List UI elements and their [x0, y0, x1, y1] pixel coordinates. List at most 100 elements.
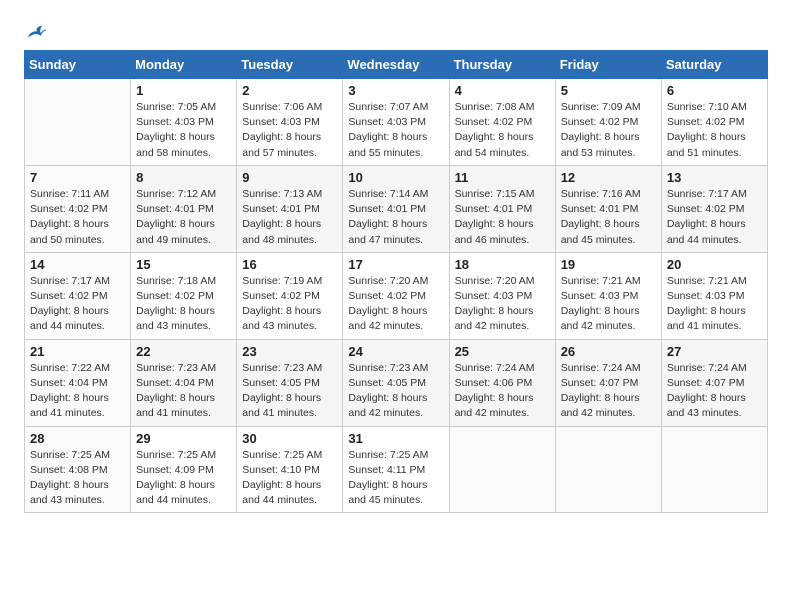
- calendar-cell: 29Sunrise: 7:25 AMSunset: 4:09 PMDayligh…: [131, 426, 237, 513]
- day-info: Sunrise: 7:17 AMSunset: 4:02 PMDaylight:…: [667, 187, 762, 248]
- day-info: Sunrise: 7:10 AMSunset: 4:02 PMDaylight:…: [667, 100, 762, 161]
- day-info: Sunrise: 7:13 AMSunset: 4:01 PMDaylight:…: [242, 187, 337, 248]
- calendar-week-row: 1Sunrise: 7:05 AMSunset: 4:03 PMDaylight…: [25, 79, 768, 166]
- day-number: 8: [136, 170, 231, 185]
- calendar-cell: 27 Sunrise: 7:24 AMSunset: 4:07 PMDayligh…: [661, 339, 767, 426]
- day-info: Sunrise: 7:20 AMSunset: 4:03 PMDaylight:…: [455, 274, 550, 335]
- day-number: 18: [455, 257, 550, 272]
- day-number: 26: [561, 344, 656, 359]
- calendar-cell: [449, 426, 555, 513]
- day-number: 16: [242, 257, 337, 272]
- calendar-cell: 13 Sunrise: 7:17 AMSunset: 4:02 PMDayligh…: [661, 165, 767, 252]
- column-header-wednesday: Wednesday: [343, 51, 449, 79]
- calendar-cell: 8 Sunrise: 7:12 AMSunset: 4:01 PMDaylight…: [131, 165, 237, 252]
- logo: [24, 24, 48, 42]
- calendar-week-row: 28Sunrise: 7:25 AMSunset: 4:08 PMDayligh…: [25, 426, 768, 513]
- calendar-cell: 14Sunrise: 7:17 AMSunset: 4:02 PMDayligh…: [25, 252, 131, 339]
- calendar-cell: 21 Sunrise: 7:22 AMSunset: 4:04 PMDayligh…: [25, 339, 131, 426]
- day-number: 17: [348, 257, 443, 272]
- day-number: 4: [455, 83, 550, 98]
- calendar-cell: 5Sunrise: 7:09 AMSunset: 4:02 PMDaylight…: [555, 79, 661, 166]
- day-number: 11: [455, 170, 550, 185]
- day-number: 31: [348, 431, 443, 446]
- day-number: 27: [667, 344, 762, 359]
- calendar-cell: 2 Sunrise: 7:06 AMSunset: 4:03 PMDaylight…: [237, 79, 343, 166]
- day-number: 30: [242, 431, 337, 446]
- day-info: Sunrise: 7:06 AMSunset: 4:03 PMDaylight:…: [242, 100, 337, 161]
- day-number: 3: [348, 83, 443, 98]
- page-header: [24, 20, 768, 42]
- calendar-cell: 9 Sunrise: 7:13 AMSunset: 4:01 PMDaylight…: [237, 165, 343, 252]
- day-number: 7: [30, 170, 125, 185]
- calendar-cell: 20 Sunrise: 7:21 AMSunset: 4:03 PMDayligh…: [661, 252, 767, 339]
- day-number: 13: [667, 170, 762, 185]
- day-number: 9: [242, 170, 337, 185]
- day-number: 5: [561, 83, 656, 98]
- calendar-cell: 28Sunrise: 7:25 AMSunset: 4:08 PMDayligh…: [25, 426, 131, 513]
- day-info: Sunrise: 7:23 AMSunset: 4:05 PMDaylight:…: [242, 361, 337, 422]
- day-number: 2: [242, 83, 337, 98]
- day-info: Sunrise: 7:20 AMSunset: 4:02 PMDaylight:…: [348, 274, 443, 335]
- day-info: Sunrise: 7:23 AMSunset: 4:05 PMDaylight:…: [348, 361, 443, 422]
- day-number: 19: [561, 257, 656, 272]
- calendar-cell: 16 Sunrise: 7:19 AMSunset: 4:02 PMDayligh…: [237, 252, 343, 339]
- calendar-cell: [25, 79, 131, 166]
- calendar-cell: [555, 426, 661, 513]
- column-header-tuesday: Tuesday: [237, 51, 343, 79]
- calendar-cell: 31Sunrise: 7:25 AMSunset: 4:11 PMDayligh…: [343, 426, 449, 513]
- calendar-header-row: SundayMondayTuesdayWednesdayThursdayFrid…: [25, 51, 768, 79]
- day-number: 1: [136, 83, 231, 98]
- calendar-cell: 6Sunrise: 7:10 AMSunset: 4:02 PMDaylight…: [661, 79, 767, 166]
- calendar-cell: 22 Sunrise: 7:23 AMSunset: 4:04 PMDayligh…: [131, 339, 237, 426]
- day-info: Sunrise: 7:08 AMSunset: 4:02 PMDaylight:…: [455, 100, 550, 161]
- calendar-cell: 17 Sunrise: 7:20 AMSunset: 4:02 PMDayligh…: [343, 252, 449, 339]
- calendar-week-row: 7 Sunrise: 7:11 AMSunset: 4:02 PMDaylight…: [25, 165, 768, 252]
- calendar-cell: 10Sunrise: 7:14 AMSunset: 4:01 PMDayligh…: [343, 165, 449, 252]
- logo-bird-icon: [26, 24, 48, 42]
- day-info: Sunrise: 7:21 AMSunset: 4:03 PMDaylight:…: [561, 274, 656, 335]
- day-info: Sunrise: 7:11 AMSunset: 4:02 PMDaylight:…: [30, 187, 125, 248]
- day-info: Sunrise: 7:23 AMSunset: 4:04 PMDaylight:…: [136, 361, 231, 422]
- day-info: Sunrise: 7:25 AMSunset: 4:10 PMDaylight:…: [242, 448, 337, 509]
- day-number: 21: [30, 344, 125, 359]
- day-info: Sunrise: 7:15 AMSunset: 4:01 PMDaylight:…: [455, 187, 550, 248]
- day-info: Sunrise: 7:24 AMSunset: 4:07 PMDaylight:…: [561, 361, 656, 422]
- day-info: Sunrise: 7:19 AMSunset: 4:02 PMDaylight:…: [242, 274, 337, 335]
- day-number: 12: [561, 170, 656, 185]
- day-info: Sunrise: 7:14 AMSunset: 4:01 PMDaylight:…: [348, 187, 443, 248]
- calendar-cell: 12 Sunrise: 7:16 AMSunset: 4:01 PMDayligh…: [555, 165, 661, 252]
- calendar-cell: 24 Sunrise: 7:23 AMSunset: 4:05 PMDayligh…: [343, 339, 449, 426]
- day-number: 24: [348, 344, 443, 359]
- day-info: Sunrise: 7:25 AMSunset: 4:08 PMDaylight:…: [30, 448, 125, 509]
- day-info: Sunrise: 7:21 AMSunset: 4:03 PMDaylight:…: [667, 274, 762, 335]
- calendar-cell: 23 Sunrise: 7:23 AMSunset: 4:05 PMDayligh…: [237, 339, 343, 426]
- calendar-cell: 25 Sunrise: 7:24 AMSunset: 4:06 PMDayligh…: [449, 339, 555, 426]
- calendar-cell: 15 Sunrise: 7:18 AMSunset: 4:02 PMDayligh…: [131, 252, 237, 339]
- day-number: 15: [136, 257, 231, 272]
- calendar-cell: 7 Sunrise: 7:11 AMSunset: 4:02 PMDaylight…: [25, 165, 131, 252]
- calendar-cell: 3 Sunrise: 7:07 AMSunset: 4:03 PMDaylight…: [343, 79, 449, 166]
- day-number: 22: [136, 344, 231, 359]
- calendar-cell: 1Sunrise: 7:05 AMSunset: 4:03 PMDaylight…: [131, 79, 237, 166]
- calendar-cell: 18 Sunrise: 7:20 AMSunset: 4:03 PMDayligh…: [449, 252, 555, 339]
- day-info: Sunrise: 7:07 AMSunset: 4:03 PMDaylight:…: [348, 100, 443, 161]
- calendar-cell: 19 Sunrise: 7:21 AMSunset: 4:03 PMDayligh…: [555, 252, 661, 339]
- day-number: 25: [455, 344, 550, 359]
- day-info: Sunrise: 7:24 AMSunset: 4:07 PMDaylight:…: [667, 361, 762, 422]
- day-info: Sunrise: 7:18 AMSunset: 4:02 PMDaylight:…: [136, 274, 231, 335]
- column-header-monday: Monday: [131, 51, 237, 79]
- column-header-sunday: Sunday: [25, 51, 131, 79]
- day-info: Sunrise: 7:24 AMSunset: 4:06 PMDaylight:…: [455, 361, 550, 422]
- day-info: Sunrise: 7:25 AMSunset: 4:09 PMDaylight:…: [136, 448, 231, 509]
- calendar-week-row: 21 Sunrise: 7:22 AMSunset: 4:04 PMDayligh…: [25, 339, 768, 426]
- calendar-week-row: 14Sunrise: 7:17 AMSunset: 4:02 PMDayligh…: [25, 252, 768, 339]
- day-info: Sunrise: 7:12 AMSunset: 4:01 PMDaylight:…: [136, 187, 231, 248]
- day-number: 20: [667, 257, 762, 272]
- calendar-cell: 11 Sunrise: 7:15 AMSunset: 4:01 PMDayligh…: [449, 165, 555, 252]
- day-info: Sunrise: 7:22 AMSunset: 4:04 PMDaylight:…: [30, 361, 125, 422]
- day-info: Sunrise: 7:16 AMSunset: 4:01 PMDaylight:…: [561, 187, 656, 248]
- calendar-table: SundayMondayTuesdayWednesdayThursdayFrid…: [24, 50, 768, 513]
- column-header-friday: Friday: [555, 51, 661, 79]
- day-number: 23: [242, 344, 337, 359]
- column-header-saturday: Saturday: [661, 51, 767, 79]
